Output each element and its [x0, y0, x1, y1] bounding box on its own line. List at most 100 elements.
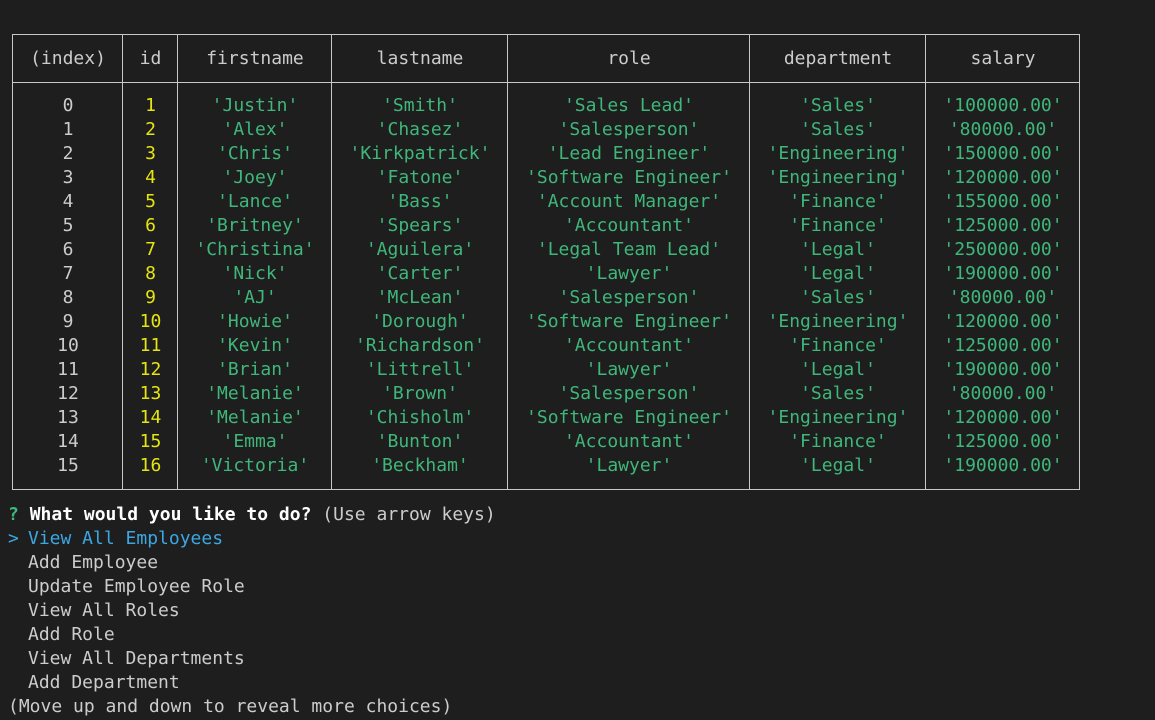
column-header-lastname: lastname — [376, 48, 464, 69]
menu-item[interactable]: > View All Employees — [8, 527, 245, 551]
cell-salary: '125000.00' — [943, 431, 1063, 452]
choice-menu: > View All Employees Add Employee Update Em… — [8, 527, 245, 695]
cell-firstname: 'Chris' — [217, 143, 293, 164]
cell-department: 'Legal' — [800, 455, 876, 476]
cell-firstname: 'Nick' — [222, 263, 288, 284]
cell-lastname: 'Kirkpatrick' — [349, 143, 491, 164]
cell-firstname: 'AJ' — [233, 287, 277, 308]
cell-lastname: 'Chisholm' — [365, 407, 475, 428]
cell-id: 1 — [145, 95, 156, 116]
menu-item[interactable]: Update Employee Role — [8, 575, 245, 599]
cell-department: 'Finance' — [789, 335, 887, 356]
menu-item[interactable]: View All Roles — [8, 599, 245, 623]
prompt-hint: (Use arrow keys) — [322, 504, 496, 525]
cell-department: 'Finance' — [789, 431, 887, 452]
cell-index: 13 — [57, 407, 79, 428]
cell-lastname: 'Spears' — [376, 215, 464, 236]
cell-salary: '190000.00' — [943, 263, 1063, 284]
cell-role: 'Software Engineer' — [526, 167, 732, 188]
cell-index: 0 — [62, 95, 74, 116]
cell-index: 11 — [57, 359, 79, 380]
cell-role: 'Sales Lead' — [563, 95, 695, 116]
cell-id: 14 — [139, 407, 162, 428]
prompt-text: What would you like to do? — [29, 504, 312, 525]
cell-firstname: 'Kevin' — [217, 335, 293, 356]
cell-role: 'Legal Team Lead' — [536, 239, 722, 260]
menu-item-label: View All Roles — [28, 600, 180, 621]
menu-item-label: Add Role — [28, 624, 115, 645]
cell-salary: '100000.00' — [943, 95, 1063, 116]
cell-id: 2 — [145, 119, 156, 140]
cell-index: 12 — [57, 383, 79, 404]
cell-lastname: 'Carter' — [376, 263, 464, 284]
cell-role: 'Accountant' — [563, 335, 695, 356]
table-row: 1 2 'Alex' 'Chasez' 'Salesperson' 'Sales' '800… — [13, 118, 1079, 142]
column-header-department: department — [783, 48, 893, 69]
cell-index: 14 — [57, 431, 79, 452]
cell-firstname: 'Melanie' — [206, 383, 304, 404]
cell-role: 'Accountant' — [563, 431, 695, 452]
cell-department: 'Engineering' — [767, 167, 909, 188]
cell-index: 6 — [62, 239, 74, 260]
cell-index: 10 — [57, 335, 79, 356]
pointer-icon: > — [8, 528, 19, 549]
table-row: 0 1 'Justin' 'Smith' 'Sales Lead' 'Sales' '100… — [13, 94, 1079, 118]
cell-role: 'Lawyer' — [585, 455, 673, 476]
cell-lastname: 'Beckham' — [371, 455, 469, 476]
menu-item[interactable]: Add Role — [8, 623, 245, 647]
table-row: 14 15 'Emma' 'Bunton' 'Accountant' 'Finance' '… — [13, 430, 1079, 454]
cell-department: 'Sales' — [800, 287, 876, 308]
cell-role: 'Account Manager' — [536, 191, 722, 212]
cell-id: 5 — [145, 191, 156, 212]
cell-index: 8 — [62, 287, 74, 308]
table-row: 15 16 'Victoria' 'Beckham' 'Lawyer' 'Legal' '1… — [13, 454, 1079, 478]
cell-lastname: 'Chasez' — [376, 119, 464, 140]
cell-id: 4 — [145, 167, 156, 188]
column-header-index: (index) — [30, 48, 106, 69]
cell-department: 'Sales' — [800, 119, 876, 140]
cell-salary: '150000.00' — [943, 143, 1063, 164]
cell-lastname: 'Bass' — [387, 191, 453, 212]
cell-id: 11 — [139, 335, 162, 356]
cell-index: 7 — [62, 263, 74, 284]
menu-item[interactable]: Add Employee — [8, 551, 245, 575]
cell-firstname: 'Brian' — [217, 359, 293, 380]
cell-lastname: 'Richardson' — [354, 335, 486, 356]
question-mark-icon: ? — [8, 504, 19, 525]
cell-lastname: 'Smith' — [382, 95, 458, 116]
menu-item[interactable]: View All Departments — [8, 647, 245, 671]
cell-index: 1 — [62, 119, 74, 140]
cell-firstname: 'Lance' — [217, 191, 293, 212]
cell-role: 'Software Engineer' — [526, 311, 732, 332]
terminal-window: (index) id firstname lastname role depar… — [0, 0, 1155, 720]
cell-department: 'Legal' — [800, 263, 876, 284]
table-row: 6 7 'Christina' 'Aguilera' 'Legal Team Lead'… — [13, 238, 1079, 262]
cell-index: 3 — [62, 167, 74, 188]
cell-department: 'Engineering' — [767, 311, 909, 332]
cell-salary: '80000.00' — [948, 119, 1058, 140]
prompt-question: ? What would you like to do? (Use arrow … — [8, 503, 496, 527]
table-row: 4 5 'Lance' 'Bass' 'Account Manager' 'Finance… — [13, 190, 1079, 214]
console-table: (index) id firstname lastname role depar… — [12, 34, 1080, 490]
cell-index: 2 — [62, 143, 74, 164]
table-row: 5 6 'Britney' 'Spears' 'Accountant' 'Finance'… — [13, 214, 1079, 238]
cell-role: 'Lawyer' — [585, 263, 673, 284]
cell-firstname: 'Emma' — [222, 431, 288, 452]
cell-firstname: 'Victoria' — [200, 455, 310, 476]
cell-salary: '125000.00' — [943, 215, 1063, 236]
cell-department: 'Legal' — [800, 359, 876, 380]
cell-firstname: 'Melanie' — [206, 407, 304, 428]
cell-firstname: 'Britney' — [206, 215, 304, 236]
menu-item[interactable]: Add Department — [8, 671, 245, 695]
cell-role: 'Salesperson' — [558, 383, 700, 404]
column-header-id: id — [139, 48, 162, 69]
cell-department: 'Finance' — [789, 215, 887, 236]
cell-firstname: 'Justin' — [211, 95, 299, 116]
cell-role: 'Salesperson' — [558, 287, 700, 308]
cell-salary: '125000.00' — [943, 335, 1063, 356]
cell-department: 'Sales' — [800, 95, 876, 116]
cell-lastname: 'Aguilera' — [365, 239, 475, 260]
column-header-firstname: firstname — [206, 48, 304, 69]
cell-id: 3 — [145, 143, 156, 164]
cell-firstname: 'Joey' — [222, 167, 288, 188]
